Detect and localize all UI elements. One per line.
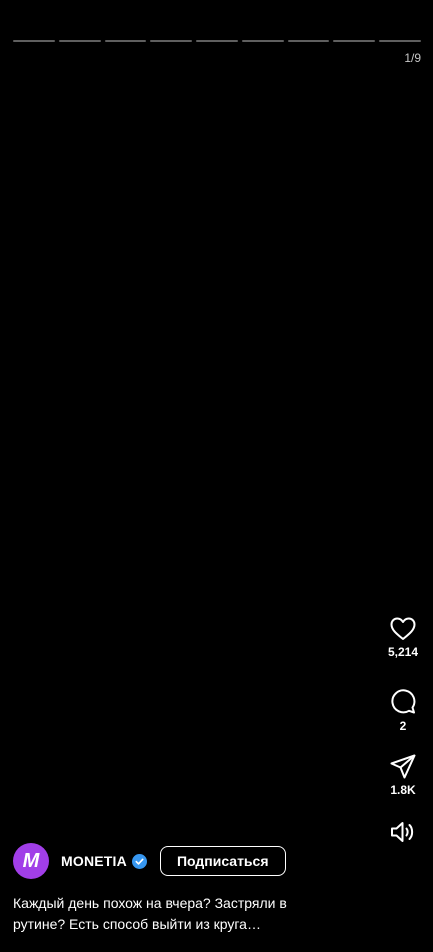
progress-segment bbox=[58, 40, 101, 42]
progress-segment bbox=[287, 40, 330, 42]
author-row: M MONETIA Подписаться bbox=[13, 843, 286, 879]
post-caption[interactable]: Каждый день похож на вчера? Застряли в р… bbox=[13, 893, 333, 935]
heart-icon bbox=[390, 617, 416, 640]
reel-viewer[interactable]: 1/9 5,214 2 1.8K M MONETIA Подписаться К… bbox=[0, 0, 433, 952]
share-count: 1.8K bbox=[390, 783, 416, 797]
story-progress-bar bbox=[13, 40, 422, 42]
share-button[interactable]: 1.8K bbox=[390, 754, 416, 797]
author-name[interactable]: MONETIA bbox=[61, 853, 127, 869]
avatar[interactable]: M bbox=[13, 843, 49, 879]
progress-segment bbox=[333, 40, 376, 42]
share-icon bbox=[390, 754, 416, 779]
like-button[interactable]: 5,214 bbox=[388, 617, 418, 669]
progress-segment bbox=[196, 40, 238, 42]
progress-segment bbox=[104, 40, 147, 42]
slide-counter: 1/9 bbox=[404, 51, 421, 65]
speaker-icon bbox=[391, 822, 414, 842]
comment-icon bbox=[391, 689, 416, 714]
progress-segment bbox=[13, 40, 55, 42]
follow-button[interactable]: Подписаться bbox=[159, 846, 286, 876]
action-column: 5,214 2 1.8K bbox=[383, 617, 423, 843]
verified-badge-icon bbox=[131, 853, 147, 869]
progress-segment bbox=[241, 40, 284, 42]
progress-segment bbox=[150, 40, 193, 42]
comment-button[interactable]: 2 bbox=[390, 689, 416, 733]
mute-toggle-button[interactable] bbox=[390, 821, 416, 843]
comment-count: 2 bbox=[399, 719, 407, 733]
progress-segment bbox=[379, 40, 422, 42]
like-count: 5,214 bbox=[387, 645, 419, 659]
avatar-letter: M bbox=[22, 849, 40, 872]
